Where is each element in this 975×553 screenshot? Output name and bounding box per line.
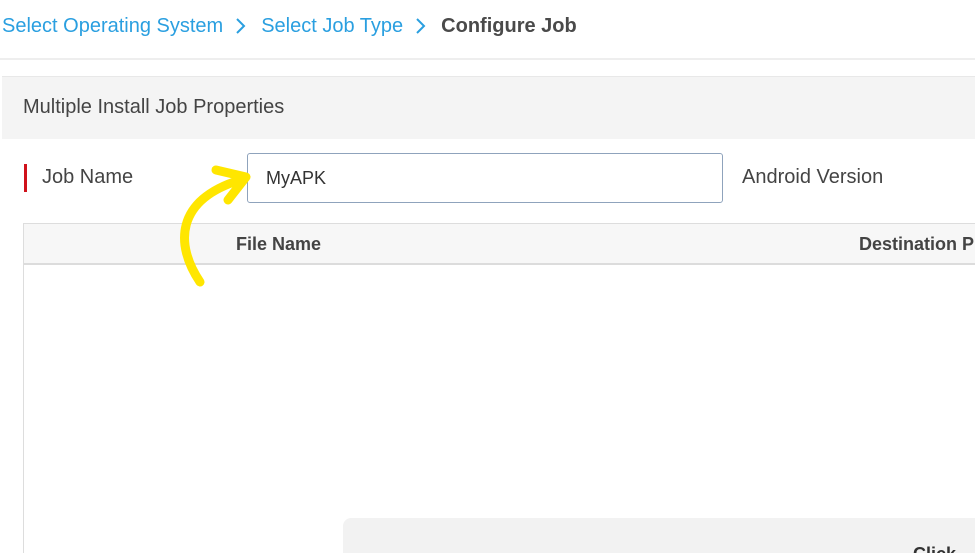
- breadcrumb: Select Operating System Select Job Type …: [2, 12, 577, 40]
- column-header-destination[interactable]: Destination P: [859, 234, 974, 255]
- chevron-right-icon: [223, 12, 261, 40]
- job-name-label: Job Name: [42, 166, 134, 188]
- panel-header: Multiple Install Job Properties: [2, 76, 975, 139]
- breadcrumb-divider: [0, 58, 975, 60]
- upload-zone-label: Click: [913, 544, 956, 553]
- file-table: File Name Destination P: [23, 223, 975, 553]
- breadcrumb-select-os[interactable]: Select Operating System: [2, 15, 223, 38]
- configure-job-page: Select Operating System Select Job Type …: [0, 0, 975, 553]
- chevron-right-icon: [403, 12, 441, 40]
- breadcrumb-select-job-type[interactable]: Select Job Type: [261, 15, 403, 38]
- panel-title: Multiple Install Job Properties: [23, 96, 285, 118]
- upload-drop-zone[interactable]: Click: [343, 518, 975, 553]
- breadcrumb-configure-job: Configure Job: [441, 14, 577, 37]
- android-version-label: Android Version: [742, 166, 884, 188]
- curved-arrow-icon: [180, 165, 251, 287]
- table-header: File Name Destination P: [24, 224, 975, 265]
- required-indicator: [24, 164, 27, 192]
- job-name-input[interactable]: [247, 153, 723, 203]
